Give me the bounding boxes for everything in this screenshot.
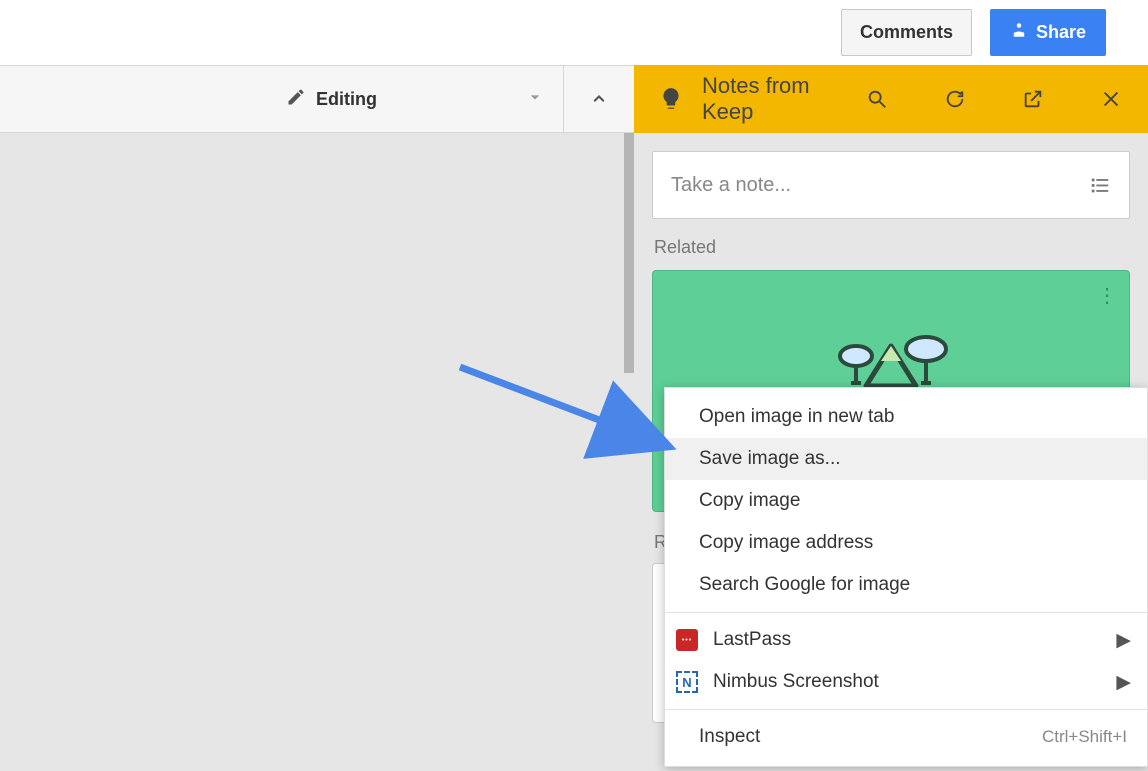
take-note-box[interactable] xyxy=(652,151,1130,219)
chevron-right-icon: ▶ xyxy=(1116,671,1131,694)
close-icon[interactable] xyxy=(1098,86,1124,112)
lastpass-icon: ••• xyxy=(675,629,699,651)
keep-header: Notes from Keep xyxy=(634,65,1148,133)
chevron-down-icon xyxy=(525,87,545,112)
context-inspect[interactable]: Inspect Ctrl+Shift+I xyxy=(665,716,1147,758)
nimbus-icon: N xyxy=(675,671,699,693)
context-nimbus-screenshot[interactable]: N Nimbus Screenshot ▶ xyxy=(665,661,1147,703)
collapse-button[interactable] xyxy=(564,66,634,132)
context-open-image-new-tab[interactable]: Open image in new tab xyxy=(665,396,1147,438)
inspect-shortcut: Ctrl+Shift+I xyxy=(1042,727,1127,747)
open-external-icon[interactable] xyxy=(1020,86,1046,112)
pencil-icon xyxy=(286,87,306,112)
share-icon xyxy=(1010,21,1028,44)
share-button-label: Share xyxy=(1036,22,1086,43)
note-input[interactable] xyxy=(671,174,1089,197)
context-save-image-as[interactable]: Save image as... xyxy=(665,438,1147,480)
keep-bulb-icon xyxy=(658,86,684,112)
list-icon[interactable] xyxy=(1089,174,1111,196)
keep-title: Notes from Keep xyxy=(702,73,846,125)
related-label: Related xyxy=(654,237,1128,258)
context-lastpass[interactable]: ••• LastPass ▶ xyxy=(665,619,1147,661)
top-bar: Comments Share xyxy=(0,0,1148,65)
refresh-icon[interactable] xyxy=(942,86,968,112)
scrollbar-thumb[interactable] xyxy=(624,133,634,373)
context-search-google-image[interactable]: Search Google for image xyxy=(665,564,1147,606)
editing-mode-dropdown[interactable]: Editing xyxy=(268,66,564,132)
share-button[interactable]: Share xyxy=(990,9,1106,56)
editing-mode-label: Editing xyxy=(316,89,377,110)
context-copy-image[interactable]: Copy image xyxy=(665,480,1147,522)
document-area[interactable] xyxy=(0,133,634,771)
more-icon[interactable]: ⋮ xyxy=(1097,283,1117,308)
search-icon[interactable] xyxy=(864,86,890,112)
edit-toolbar: Editing xyxy=(0,65,634,133)
chevron-right-icon: ▶ xyxy=(1116,629,1131,652)
context-copy-image-address[interactable]: Copy image address xyxy=(665,522,1147,564)
comments-button[interactable]: Comments xyxy=(841,9,972,56)
context-menu: Open image in new tab Save image as... C… xyxy=(664,387,1148,767)
